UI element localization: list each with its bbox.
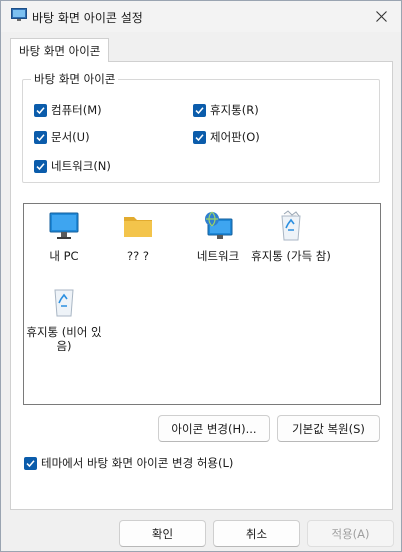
item-label: 내 PC (49, 249, 79, 263)
checkbox-documents[interactable]: 문서(U) (34, 130, 90, 144)
checkbox-box[interactable] (34, 130, 47, 144)
checkbox-box[interactable] (34, 159, 47, 173)
list-item-documents[interactable]: ?? ? (98, 210, 178, 263)
list-item-recycle-bin-full[interactable]: 휴지통 (가득 참) (250, 210, 332, 263)
monitor-icon (49, 212, 79, 239)
checkbox-label: 문서(U) (51, 130, 90, 144)
check-icon (26, 459, 35, 467)
restore-default-button[interactable]: 기본값 복원(S) (277, 415, 380, 442)
check-icon (36, 133, 45, 141)
checkbox-label: 휴지통(R) (210, 103, 259, 117)
ok-button[interactable]: 확인 (119, 520, 206, 547)
checkbox-control-panel[interactable]: 제어판(O) (193, 130, 260, 144)
checkbox-allow-themes[interactable]: 테마에서 바탕 화면 아이콘 변경 허용(L) (24, 456, 233, 470)
check-icon (36, 162, 45, 170)
icon-list[interactable]: 내 PC ?? ? 네트워크 휴지통 (가득 참) 휴지통 (비어 있음) (23, 203, 381, 405)
checkbox-box[interactable] (193, 130, 206, 144)
dialog-window: 바탕 화면 아이콘 설정 바탕 화면 아이콘 바탕 화면 아이콘 컴퓨터(M) … (0, 0, 402, 552)
window-title: 바탕 화면 아이콘 설정 (32, 11, 143, 25)
checkbox-computer[interactable]: 컴퓨터(M) (34, 103, 102, 117)
check-icon (195, 106, 204, 114)
checkbox-box[interactable] (24, 456, 37, 470)
close-button[interactable] (363, 1, 399, 31)
list-item-network[interactable]: 네트워크 (178, 210, 258, 263)
checkbox-label: 네트워크(N) (51, 159, 111, 173)
check-icon (195, 133, 204, 141)
checkbox-box[interactable] (34, 103, 47, 117)
checkbox-box[interactable] (193, 103, 206, 117)
tab-desktop-icons[interactable]: 바탕 화면 아이콘 (10, 38, 110, 62)
item-label: 휴지통 (비어 있음) (26, 325, 102, 353)
folder-icon (124, 217, 152, 237)
checkbox-network[interactable]: 네트워크(N) (34, 159, 111, 173)
title-bar[interactable]: 바탕 화면 아이콘 설정 (1, 1, 401, 32)
change-icon-button[interactable]: 아이콘 변경(H)... (158, 415, 270, 442)
apply-button[interactable]: 적용(A) (307, 520, 394, 547)
cancel-button[interactable]: 취소 (213, 520, 300, 547)
list-item-this-pc[interactable]: 내 PC (24, 210, 104, 263)
item-label: 휴지통 (가득 참) (251, 249, 331, 263)
desktop-settings-icon (11, 8, 27, 21)
recycle-bin-empty-icon (54, 289, 74, 317)
recycle-bin-full-icon (281, 210, 301, 241)
check-icon (36, 106, 45, 114)
item-label: ?? ? (127, 249, 149, 263)
checkbox-label: 컴퓨터(M) (51, 103, 102, 117)
close-icon (375, 10, 387, 22)
network-icon (205, 211, 233, 239)
checkbox-label: 제어판(O) (210, 130, 260, 144)
checkbox-label: 테마에서 바탕 화면 아이콘 변경 허용(L) (41, 456, 234, 470)
list-item-recycle-bin-empty[interactable]: 휴지통 (비어 있음) (24, 286, 104, 353)
item-label: 네트워크 (196, 249, 240, 263)
group-legend: 바탕 화면 아이콘 (31, 71, 119, 87)
checkbox-recycle-bin[interactable]: 휴지통(R) (193, 103, 259, 117)
